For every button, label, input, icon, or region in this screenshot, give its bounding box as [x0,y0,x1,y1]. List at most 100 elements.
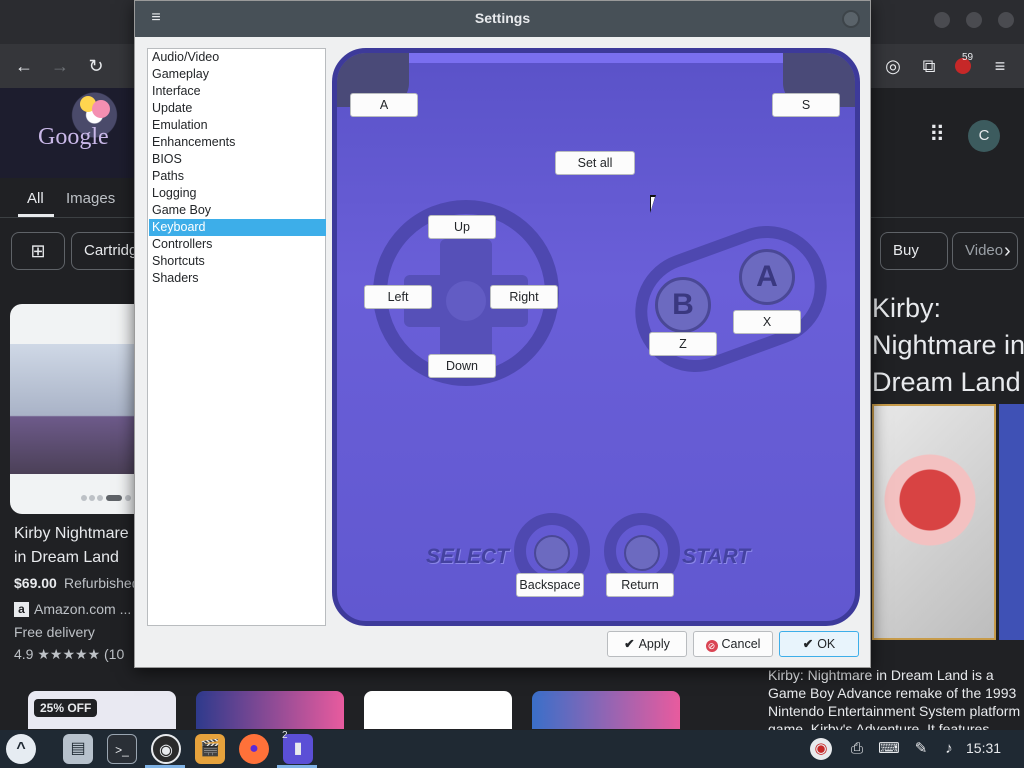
result-thumbnail[interactable] [364,691,512,729]
obs-icon[interactable]: ◉ [151,734,181,764]
category-paths[interactable]: Paths [149,168,326,185]
rating-value: 4.9 [14,646,34,662]
product-price: $69.00 [14,575,57,591]
clock[interactable]: 15:31 [966,740,1001,756]
amazon-icon: a [14,602,29,617]
minimize-icon[interactable] [934,12,950,28]
forward-icon[interactable]: → [46,52,74,80]
cancel-icon: ⊘ [705,640,718,652]
binding-start-button[interactable]: Return [606,573,674,597]
chevron-right-icon[interactable]: › [1004,240,1011,263]
keyboard-icon[interactable]: ⌨ [878,738,900,760]
knowledge-panel-image-art [880,450,980,550]
cancel-label: Cancel [721,637,761,651]
extensions-icon[interactable]: ⧉ [915,52,943,80]
maximize-icon[interactable] [966,12,982,28]
close-icon[interactable] [842,10,860,28]
binding-b-button[interactable]: Z [649,332,717,356]
dialog-title: Settings [474,10,531,26]
cancel-button[interactable]: ⊘ Cancel [693,631,773,657]
category-logging[interactable]: Logging [149,185,326,202]
avatar[interactable]: C [968,120,1000,152]
product-card[interactable] [10,304,150,514]
category-emulation[interactable]: Emulation [149,117,326,134]
window-close-icon[interactable] [998,12,1014,28]
star-icon: ★★★★★ [37,646,101,662]
google-apps-icon[interactable]: ⠿ [929,124,951,146]
category-shortcuts[interactable]: Shortcuts [149,253,326,270]
reload-icon[interactable]: ↻ [82,52,110,80]
product-title[interactable]: Kirby Nightmare in Dream Land [14,522,144,570]
ok-button[interactable]: ✔ OK [779,631,859,657]
category-audio-video[interactable]: Audio/Video [149,49,326,66]
pen-icon[interactable]: ✎ [910,738,932,760]
binding-down-button[interactable]: Down [428,354,496,378]
product-store[interactable]: Amazon.com ... [34,601,131,617]
select-button-icon [534,535,570,571]
browser-menu-icon[interactable]: ≡ [986,52,1014,80]
check-icon: ✔ [802,637,814,651]
discount-badge: 25% OFF [34,699,98,717]
extension-badge: 59 [962,52,974,63]
category-update[interactable]: Update [149,100,326,117]
result-thumbnail[interactable] [532,691,680,729]
binding-l-button[interactable]: A [350,93,418,117]
b-button-icon: B [655,277,711,333]
video-editor-icon[interactable]: 🎬 [195,734,225,764]
start-label: START [682,545,751,568]
audio-icon[interactable]: ♪ [938,738,960,760]
search-tab-images[interactable]: Images [66,190,115,207]
category-controllers[interactable]: Controllers [149,236,326,253]
binding-right-button[interactable]: Right [490,285,558,309]
product-image-character [92,100,110,118]
mouse-cursor-fill [651,197,659,210]
apply-label: Apply [638,637,670,651]
ok-label: OK [817,637,836,651]
chip-cartridge[interactable]: Cartridge [71,232,146,270]
binding-left-button[interactable]: Left [364,285,432,309]
set-all-button[interactable]: Set all [555,151,635,175]
obs-tray-icon[interactable]: ◉ [810,738,832,760]
settings-dialog: ≡ Settings Audio/Video Gameplay Interfac… [134,0,871,668]
apply-button[interactable]: ✔ Apply [607,631,687,657]
binding-a-button[interactable]: X [733,310,801,334]
back-icon[interactable]: ← [10,52,38,80]
app-launcher-icon[interactable]: ^ [6,734,36,764]
category-keyboard[interactable]: Keyboard [149,219,326,236]
binding-r-button[interactable]: S [772,93,840,117]
printer-icon[interactable]: ⎙ [846,738,868,760]
knowledge-panel-image-secondary[interactable] [999,404,1024,640]
product-rating: 4.9 ★★★★★ (10 [14,646,124,663]
a-button-icon: A [739,249,795,305]
filter-chip[interactable]: ⊞ [11,232,65,270]
product-delivery: Free delivery [14,624,95,640]
binding-up-button[interactable]: Up [428,215,496,239]
settings-category-list[interactable]: Audio/Video Gameplay Interface Update Em… [147,48,326,626]
category-interface[interactable]: Interface [149,83,326,100]
category-enhancements[interactable]: Enhancements [149,134,326,151]
start-button-icon [624,535,660,571]
dialog-titlebar[interactable]: ≡ Settings [135,1,870,37]
check-icon: ✔ [624,637,635,651]
google-logo[interactable]: Google [38,124,109,151]
category-gameplay[interactable]: Gameplay [149,66,326,83]
dpad-center [446,281,486,321]
gba-top-edge [409,53,793,63]
file-manager-icon[interactable]: ▤ [63,734,93,764]
window-count-badge: 2 [282,730,288,741]
product-image [10,344,150,474]
firefox-icon[interactable]: ● [239,734,269,764]
terminal-icon[interactable]: >_ [107,734,137,764]
profile-sync-icon[interactable]: ◎ [879,52,907,80]
binding-select-button[interactable]: Backspace [516,573,584,597]
category-game-boy[interactable]: Game Boy [149,202,326,219]
result-thumbnail[interactable] [196,691,344,729]
carousel-dots [81,495,131,501]
search-tab-all[interactable]: All [27,190,44,207]
chip-buy[interactable]: Buy [880,232,948,270]
ab-button-bay [618,209,844,389]
category-bios[interactable]: BIOS [149,151,326,168]
rating-count: (10 [104,646,125,662]
category-shaders[interactable]: Shaders [149,270,326,287]
product-condition: Refurbished [64,575,140,591]
